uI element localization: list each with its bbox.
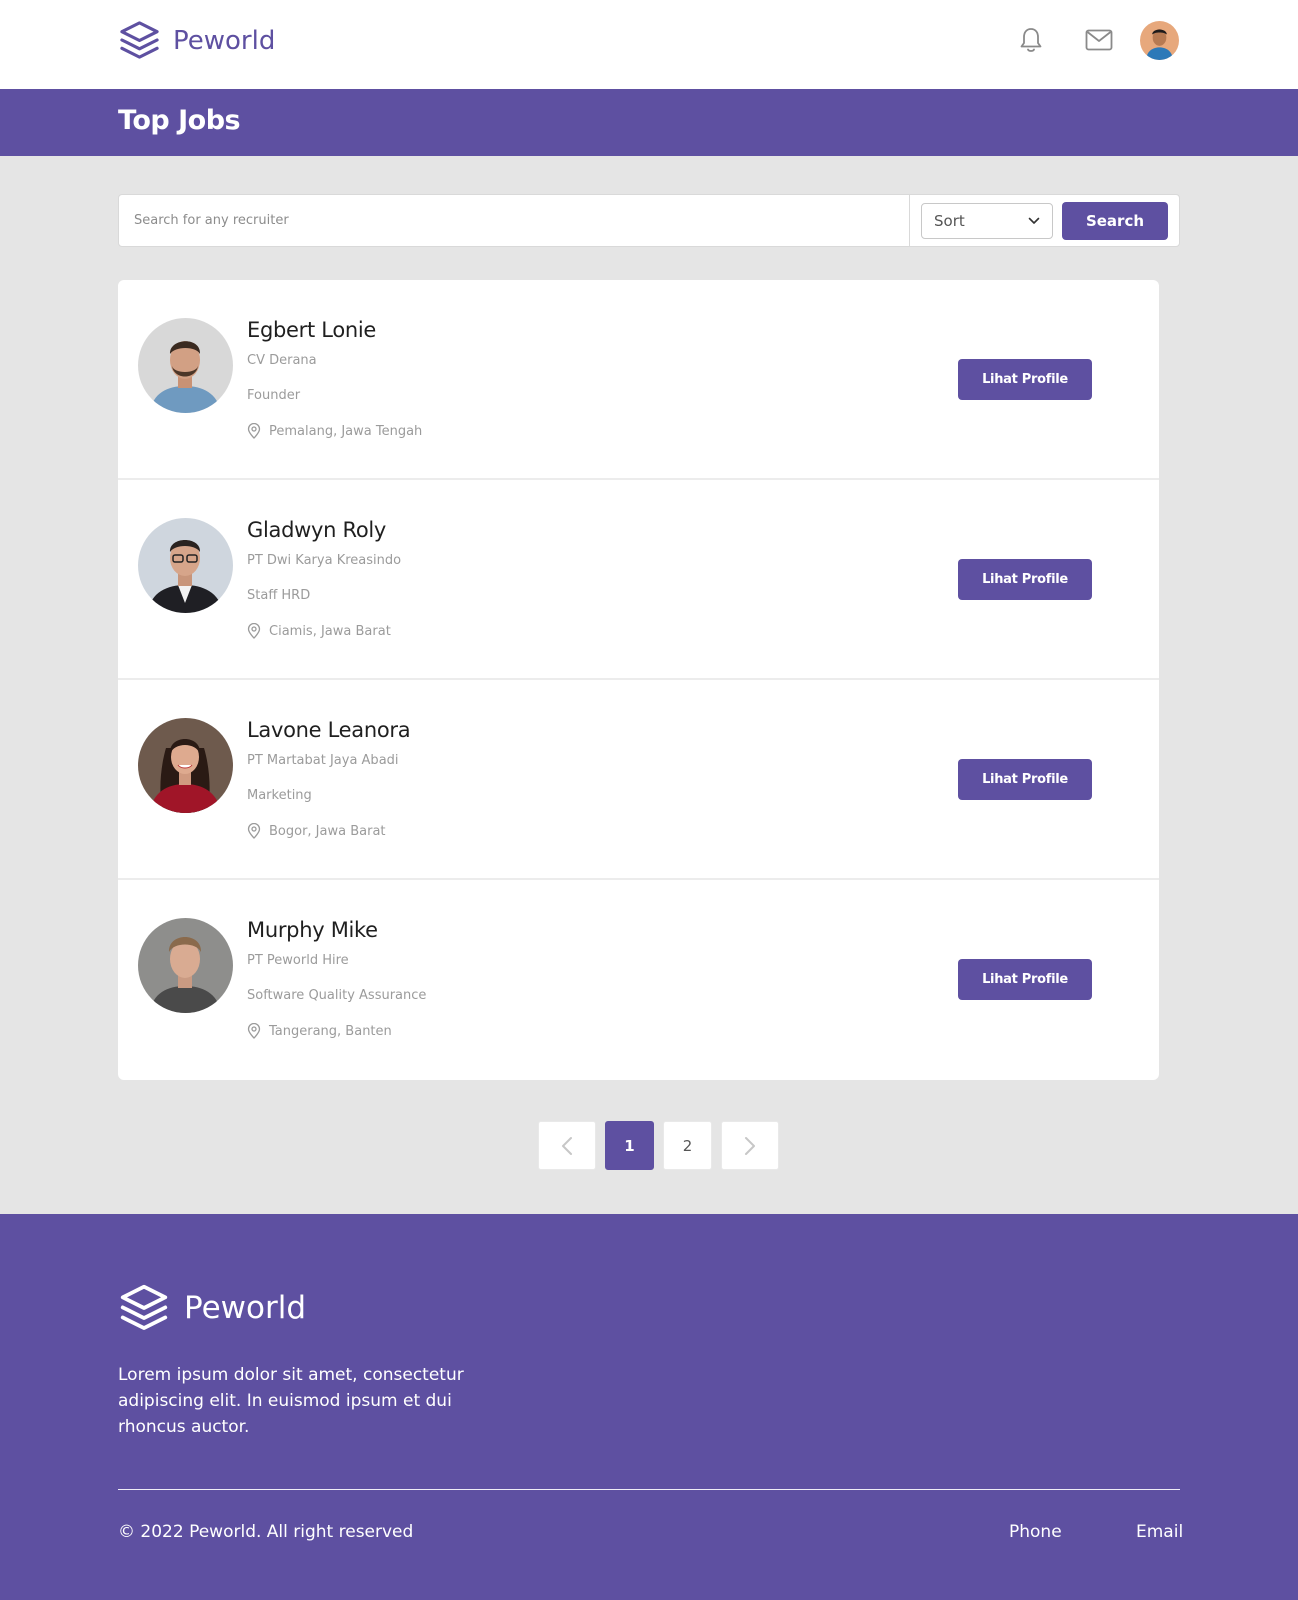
recruiter-name: Egbert Lonie: [247, 318, 377, 342]
chevron-down-icon: [1028, 217, 1040, 224]
sort-dropdown[interactable]: Sort: [921, 203, 1053, 239]
navbar: Peworld: [0, 0, 1298, 89]
brand-name: Peworld: [173, 25, 276, 56]
map-pin-icon: [247, 1023, 261, 1039]
prev-page-button[interactable]: [538, 1121, 596, 1170]
recruiter-card: Murphy Mike PT Peworld Hire Software Qua…: [118, 880, 1159, 1080]
recruiter-name: Murphy Mike: [247, 918, 378, 942]
recruiter-card: Egbert Lonie CV Derana Founder Pemalang,…: [118, 280, 1159, 480]
recruiter-role: Marketing: [247, 788, 312, 803]
recruiter-location: Bogor, Jawa Barat: [247, 823, 386, 839]
recruiter-role: Staff HRD: [247, 588, 311, 603]
recruiter-location-text: Ciamis, Jawa Barat: [269, 623, 391, 639]
user-avatar[interactable]: [1140, 21, 1179, 60]
layers-logo-icon: [120, 21, 159, 59]
footer-copyright: © 2022 Peworld. All right reserved: [118, 1522, 414, 1542]
view-profile-button[interactable]: Lihat Profile: [958, 759, 1092, 800]
recruiter-company: PT Peworld Hire: [247, 953, 349, 968]
page-button-2[interactable]: 2: [663, 1121, 712, 1170]
search-divider: [909, 195, 910, 246]
recruiter-avatar: [138, 318, 233, 413]
page-header: Top Jobs: [0, 89, 1298, 156]
recruiter-card: Lavone Leanora PT Martabat Jaya Abadi Ma…: [118, 680, 1159, 880]
search-bar: Sort Search: [118, 194, 1180, 247]
page-button-1[interactable]: 1: [605, 1121, 654, 1170]
layers-logo-icon: [120, 1284, 168, 1330]
page-title: Top Jobs: [118, 105, 241, 136]
search-button[interactable]: Search: [1062, 202, 1168, 240]
footer-link-email[interactable]: Email: [1136, 1522, 1183, 1542]
recruiter-location: Tangerang, Banten: [247, 1023, 392, 1039]
recruiter-location: Ciamis, Jawa Barat: [247, 623, 391, 639]
recruiter-location: Pemalang, Jawa Tengah: [247, 423, 422, 439]
footer-description: Lorem ipsum dolor sit amet, consectetur …: [118, 1365, 464, 1437]
recruiter-avatar: [138, 718, 233, 813]
sort-label: Sort: [934, 212, 965, 230]
search-input[interactable]: [119, 195, 909, 246]
map-pin-icon: [247, 823, 261, 839]
view-profile-button[interactable]: Lihat Profile: [958, 959, 1092, 1000]
footer-brand-name: Peworld: [184, 1290, 307, 1326]
pagination: 1 2: [538, 1121, 779, 1170]
recruiter-avatar: [138, 518, 233, 613]
footer-divider: [118, 1489, 1180, 1490]
chevron-left-icon: [562, 1136, 572, 1155]
recruiter-list: Egbert Lonie CV Derana Founder Pemalang,…: [118, 280, 1159, 1080]
next-page-button[interactable]: [721, 1121, 779, 1170]
recruiter-location-text: Bogor, Jawa Barat: [269, 823, 386, 839]
map-pin-icon: [247, 623, 261, 639]
recruiter-role: Founder: [247, 388, 301, 403]
footer-link-phone[interactable]: Phone: [1009, 1522, 1062, 1542]
recruiter-location-text: Tangerang, Banten: [269, 1023, 392, 1039]
recruiter-company: PT Martabat Jaya Abadi: [247, 753, 399, 768]
mail-icon[interactable]: [1084, 25, 1114, 55]
recruiter-name: Gladwyn Roly: [247, 518, 387, 542]
recruiter-company: PT Dwi Karya Kreasindo: [247, 553, 402, 568]
view-profile-button[interactable]: Lihat Profile: [958, 559, 1092, 600]
recruiter-role: Software Quality Assurance: [247, 988, 427, 1003]
footer-brand[interactable]: Peworld: [118, 1282, 306, 1334]
recruiter-company: CV Derana: [247, 353, 317, 368]
recruiter-name: Lavone Leanora: [247, 718, 411, 742]
footer: Peworld Lorem ipsum dolor sit amet, cons…: [0, 1214, 1298, 1600]
bell-icon[interactable]: [1016, 25, 1046, 55]
recruiter-avatar: [138, 918, 233, 1013]
brand-logo[interactable]: Peworld: [118, 19, 275, 62]
map-pin-icon: [247, 423, 261, 439]
recruiter-card: Gladwyn Roly PT Dwi Karya Kreasindo Staf…: [118, 480, 1159, 680]
view-profile-button[interactable]: Lihat Profile: [958, 359, 1092, 400]
recruiter-location-text: Pemalang, Jawa Tengah: [269, 423, 423, 439]
chevron-right-icon: [745, 1136, 755, 1155]
